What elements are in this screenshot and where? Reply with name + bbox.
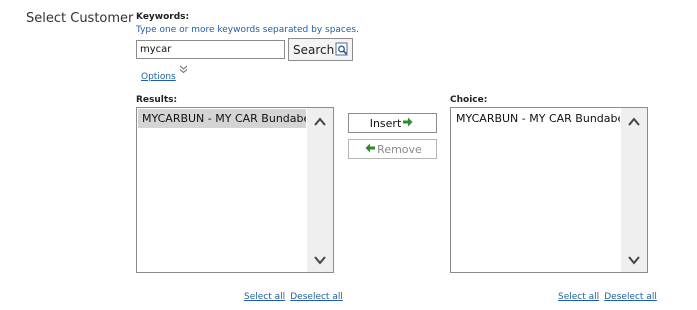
choice-label: Choice: xyxy=(450,95,488,105)
choice-scrollbar[interactable] xyxy=(621,108,647,272)
results-select-all-link[interactable]: Select all xyxy=(244,292,285,302)
results-deselect-all-link[interactable]: Deselect all xyxy=(290,292,343,302)
keywords-label: Keywords: xyxy=(136,12,190,22)
choice-select-all-link[interactable]: Select all xyxy=(558,292,599,302)
search-icon xyxy=(335,42,349,59)
scroll-down-icon[interactable] xyxy=(626,252,642,266)
choice-listbox[interactable]: MYCARBUN - MY CAR Bundaberg xyxy=(450,107,648,273)
choice-items: MYCARBUN - MY CAR Bundaberg xyxy=(452,109,620,271)
scroll-up-icon[interactable] xyxy=(626,114,642,128)
choice-deselect-all-link[interactable]: Deselect all xyxy=(604,292,657,302)
scroll-down-icon[interactable] xyxy=(312,252,328,266)
remove-button[interactable]: Remove xyxy=(348,139,437,159)
results-listbox[interactable]: MYCARBUN - MY CAR Bundaberg xyxy=(136,107,334,273)
chevron-down-icon[interactable] xyxy=(179,65,188,77)
remove-button-label: Remove xyxy=(377,142,422,156)
options-link[interactable]: Options xyxy=(141,72,176,82)
results-selection-links: Select all Deselect all xyxy=(244,284,343,303)
results-label: Results: xyxy=(136,95,178,105)
choice-list-item[interactable]: MYCARBUN - MY CAR Bundaberg xyxy=(452,109,620,128)
arrow-left-icon xyxy=(363,143,377,156)
section-title: Select Customer xyxy=(26,11,134,26)
results-list-item[interactable]: MYCARBUN - MY CAR Bundaberg xyxy=(138,109,306,128)
results-items: MYCARBUN - MY CAR Bundaberg xyxy=(138,109,306,271)
insert-button[interactable]: Insert xyxy=(348,113,437,133)
search-button[interactable]: Search xyxy=(288,38,353,61)
arrow-right-icon xyxy=(401,117,415,130)
scroll-up-icon[interactable] xyxy=(312,114,328,128)
keywords-hint: Type one or more keywords separated by s… xyxy=(136,25,359,35)
search-button-label: Search xyxy=(293,42,335,57)
keywords-input[interactable] xyxy=(136,40,285,59)
insert-button-label: Insert xyxy=(369,116,402,130)
choice-selection-links: Select all Deselect all xyxy=(558,284,657,303)
results-scrollbar[interactable] xyxy=(307,108,333,272)
